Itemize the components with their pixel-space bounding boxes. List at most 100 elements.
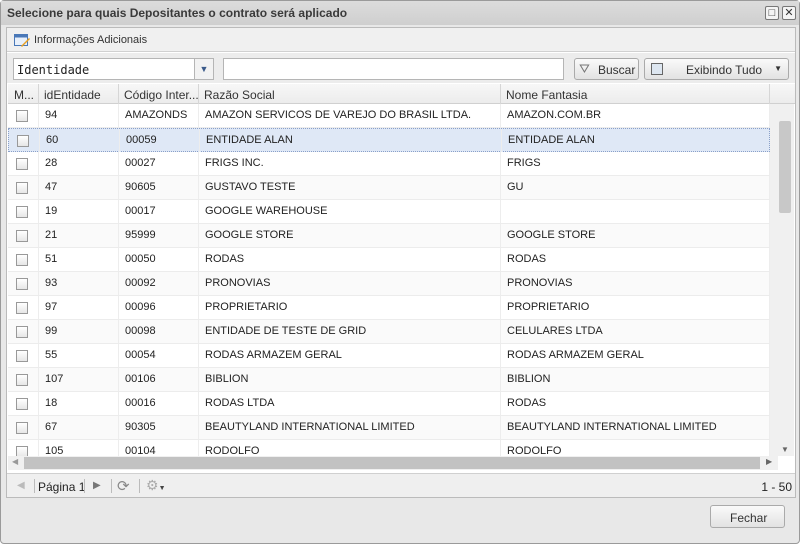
horizontal-scroll-thumb[interactable] [24, 457, 760, 469]
row-checkbox-cell [8, 272, 39, 295]
row-checkbox-cell [8, 344, 39, 367]
row-checkbox[interactable] [16, 110, 28, 122]
cell-codigo: 00106 [119, 368, 199, 391]
view-mode-label: Exibindo Tudo [686, 63, 763, 77]
separator [139, 479, 140, 493]
chevron-down-icon[interactable]: ▼ [194, 59, 213, 79]
table-row[interactable]: 93 00092 PRONOVIAS PRONOVIAS [8, 272, 770, 296]
separator [111, 479, 112, 493]
field-select-value: Identidade [17, 63, 90, 77]
row-checkbox[interactable] [16, 278, 28, 290]
row-checkbox[interactable] [16, 326, 28, 338]
next-page-icon[interactable]: ▶ [93, 480, 101, 491]
row-checkbox[interactable] [16, 422, 28, 434]
entities-grid: M... idEntidade Código Inter... Razão So… [8, 84, 795, 458]
close-button[interactable]: ✕ [782, 6, 796, 20]
view-mode-button[interactable]: Exibindo Tudo ▼ [644, 58, 789, 80]
cell-nome: PROPRIETARIO [501, 296, 770, 319]
maximize-button[interactable]: □ [765, 6, 779, 20]
table-row[interactable]: 67 90305 BEAUTYLAND INTERNATIONAL LIMITE… [8, 416, 770, 440]
row-checkbox-cell [8, 176, 39, 199]
row-checkbox[interactable] [16, 350, 28, 362]
scroll-down-icon[interactable]: ▼ [781, 445, 789, 454]
table-row[interactable]: 99 00098 ENTIDADE DE TESTE DE GRID CELUL… [8, 320, 770, 344]
table-row[interactable]: 18 00016 RODAS LTDA RODAS [8, 392, 770, 416]
cell-nome: RODAS [501, 248, 770, 271]
cell-codigo: 90305 [119, 416, 199, 439]
column-header-id[interactable]: idEntidade [39, 84, 119, 104]
search-button[interactable]: ⛛ Buscar [574, 58, 639, 80]
cell-nome: ENTIDADE ALAN [502, 129, 771, 152]
close-dialog-label: Fechar [730, 511, 768, 525]
cell-nome: RODAS ARMAZEM GERAL [501, 344, 770, 367]
cell-id: 18 [39, 392, 119, 415]
row-checkbox-cell [9, 129, 40, 152]
cell-codigo: AMAZONDS [119, 104, 199, 127]
scroll-right-icon[interactable]: ▶ [766, 457, 772, 466]
info-button[interactable]: Informações Adicionais [11, 30, 161, 50]
row-checkbox[interactable] [16, 158, 28, 170]
column-header-codigo[interactable]: Código Inter... [119, 84, 199, 104]
cell-id: 67 [39, 416, 119, 439]
record-range: 1 - 50 [761, 480, 792, 494]
table-row[interactable]: 60 00059 ENTIDADE ALAN ENTIDADE ALAN [8, 128, 771, 152]
field-select[interactable]: Identidade ▼ [13, 58, 214, 80]
table-row[interactable]: 19 00017 GOOGLE WAREHOUSE [8, 200, 770, 224]
row-checkbox[interactable] [16, 398, 28, 410]
table-row[interactable]: 94 AMAZONDS AMAZON SERVICOS DE VAREJO DO… [8, 104, 770, 128]
search-input[interactable] [223, 58, 564, 80]
cell-nome: GU [501, 176, 770, 199]
scroll-left-icon[interactable]: ◀ [12, 457, 18, 466]
row-checkbox[interactable] [16, 254, 28, 266]
close-dialog-button[interactable]: Fechar [710, 505, 785, 528]
row-checkbox[interactable] [16, 302, 28, 314]
table-row[interactable]: 28 00027 FRIGS INC. FRIGS [8, 152, 770, 176]
cell-codigo: 00092 [119, 272, 199, 295]
info-toolbar: Informações Adicionais [7, 28, 795, 52]
row-checkbox[interactable] [17, 135, 29, 147]
row-checkbox-cell [8, 200, 39, 223]
view-icon [651, 63, 663, 75]
cell-id: 60 [40, 129, 120, 152]
cell-razao: FRIGS INC. [199, 152, 501, 175]
vertical-scrollbar[interactable]: ▼ [770, 104, 794, 456]
column-header-nome[interactable]: Nome Fantasia [501, 84, 770, 104]
table-row[interactable]: 47 90605 GUSTAVO TESTE GU [8, 176, 770, 200]
cell-codigo: 00017 [119, 200, 199, 223]
row-checkbox[interactable] [16, 182, 28, 194]
cell-razao: ENTIDADE ALAN [200, 129, 502, 152]
row-checkbox[interactable] [16, 206, 28, 218]
pagination-bar: ◀ Página 1 ▶ ⟳ ⚙▼ 1 - 50 [7, 473, 795, 497]
row-checkbox[interactable] [16, 374, 28, 386]
vertical-scroll-thumb[interactable] [779, 121, 791, 213]
table-row[interactable]: 107 00106 BIBLION BIBLION [8, 368, 770, 392]
cell-id: 28 [39, 152, 119, 175]
separator [34, 479, 35, 493]
cell-nome: PRONOVIAS [501, 272, 770, 295]
cell-id: 99 [39, 320, 119, 343]
settings-icon[interactable]: ⚙▼ [146, 477, 166, 494]
cell-nome: BEAUTYLAND INTERNATIONAL LIMITED [501, 416, 770, 439]
cell-id: 47 [39, 176, 119, 199]
table-row[interactable]: 97 00096 PROPRIETARIO PROPRIETARIO [8, 296, 770, 320]
cell-nome [501, 200, 770, 223]
row-checkbox-cell [8, 296, 39, 319]
column-header-razao[interactable]: Razão Social [199, 84, 501, 104]
horizontal-scrollbar[interactable]: ◀ ▶ [8, 456, 778, 470]
cell-id: 107 [39, 368, 119, 391]
cell-razao: GUSTAVO TESTE [199, 176, 501, 199]
table-row[interactable]: 21 95999 GOOGLE STORE GOOGLE STORE [8, 224, 770, 248]
column-header-mark[interactable]: M... [8, 84, 39, 104]
table-row[interactable]: 55 00054 RODAS ARMAZEM GERAL RODAS ARMAZ… [8, 344, 770, 368]
cell-razao: RODAS ARMAZEM GERAL [199, 344, 501, 367]
row-checkbox[interactable] [16, 230, 28, 242]
row-checkbox-cell [8, 320, 39, 343]
cell-nome: BIBLION [501, 368, 770, 391]
cell-nome: GOOGLE STORE [501, 224, 770, 247]
row-checkbox-cell [8, 104, 39, 127]
filter-icon: ⛛ [579, 61, 590, 76]
cell-razao: RODAS [199, 248, 501, 271]
refresh-icon[interactable]: ⟳ [117, 477, 130, 495]
table-row[interactable]: 51 00050 RODAS RODAS [8, 248, 770, 272]
prev-page-icon[interactable]: ◀ [17, 480, 25, 491]
